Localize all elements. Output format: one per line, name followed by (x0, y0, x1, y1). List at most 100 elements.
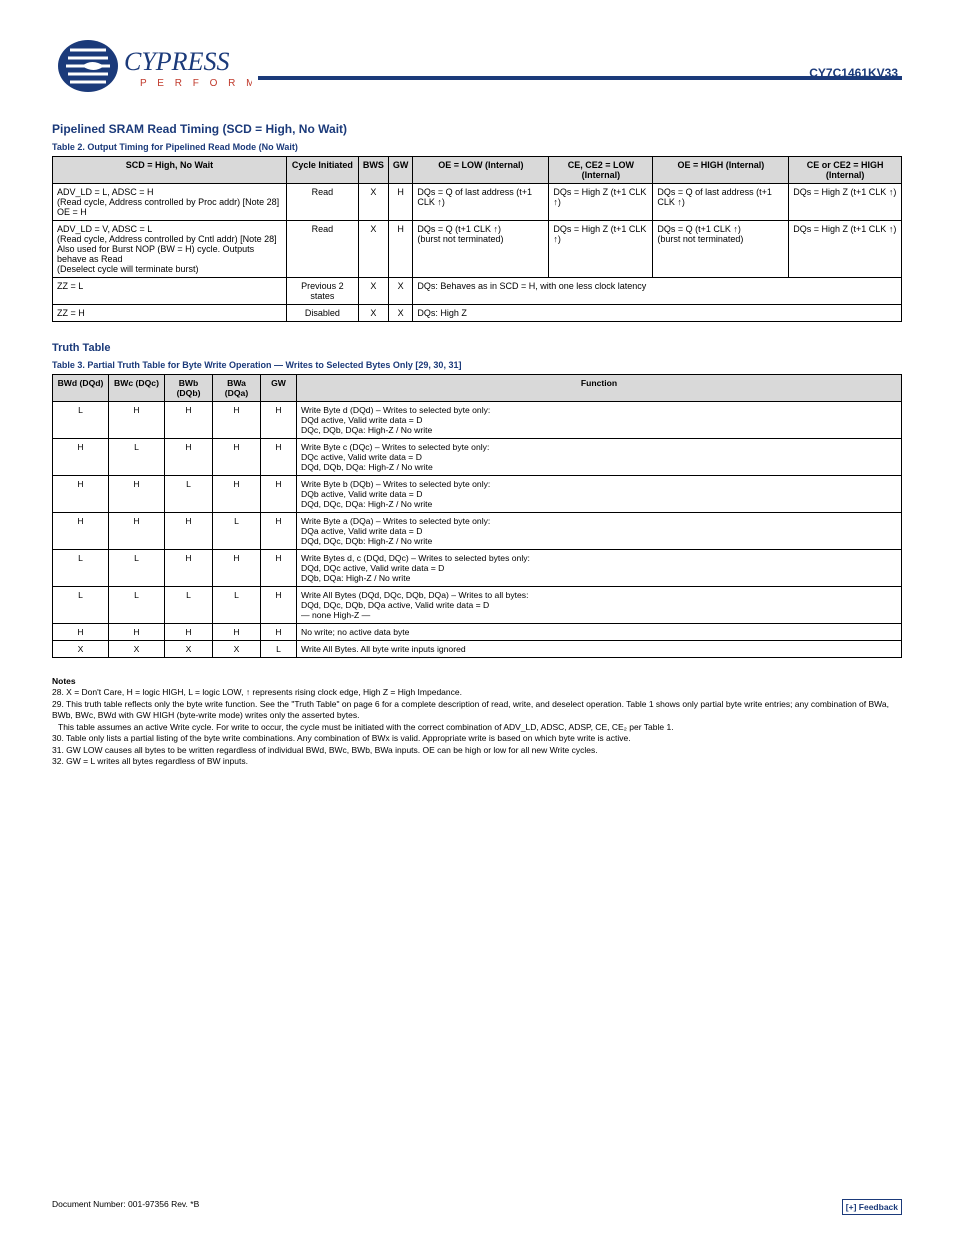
cell: L (109, 439, 165, 476)
th-cycle: SCD = High, No Wait (53, 157, 287, 184)
th-function: Function (297, 375, 902, 402)
table-row: ADV_LD = V, ADSC = L (Read cycle, Addres… (53, 221, 902, 278)
table-row: SCD = High, No Wait Cycle Initiated BWS … (53, 157, 902, 184)
cell: L (53, 402, 109, 439)
cell: H (109, 624, 165, 641)
table-row: ZZ = L Previous 2 states X X DQs: Behave… (53, 278, 902, 305)
cell: Write All Bytes (DQd, DQc, DQb, DQa) – W… (297, 587, 902, 624)
cell: X (388, 305, 413, 322)
cell: H (261, 624, 297, 641)
cell: Write All Bytes. All byte write inputs i… (297, 641, 902, 658)
table-row: ZZ = H Disabled X X DQs: High Z (53, 305, 902, 322)
table-row: LHHHHWrite Byte d (DQd) – Writes to sele… (53, 402, 902, 439)
page-footer: Document Number: 001-97356 Rev. *B Page … (52, 1199, 902, 1209)
cell: X (358, 221, 388, 278)
note-item: This table assumes an active Write cycle… (58, 722, 902, 733)
th-init: Cycle Initiated (286, 157, 358, 184)
cell: H (53, 439, 109, 476)
cell: DQs = High Z (t+1 CLK ↑) (549, 221, 653, 278)
cell: H (109, 402, 165, 439)
cell: H (165, 513, 213, 550)
cell: H (213, 476, 261, 513)
table-row: LLLLHWrite All Bytes (DQd, DQc, DQb, DQa… (53, 587, 902, 624)
cell: H (165, 402, 213, 439)
cell: H (388, 184, 413, 221)
cell: H (53, 624, 109, 641)
truth-table: BWd (DQd) BWc (DQc) BWb (DQb) BWa (DQa) … (52, 374, 902, 658)
cell: H (109, 476, 165, 513)
cell: X (53, 641, 109, 658)
logo-brand-text: CYPRESS (124, 47, 229, 76)
cell: Write Byte b (DQb) – Writes to selected … (297, 476, 902, 513)
table-row: XXXXLWrite All Bytes. All byte write inp… (53, 641, 902, 658)
cell: ADV_LD = V, ADSC = L (Read cycle, Addres… (53, 221, 287, 278)
cell: H (261, 476, 297, 513)
th-oehigh: OE = HIGH (Internal) (653, 157, 789, 184)
th-bwb: BWb (DQb) (165, 375, 213, 402)
cell: Write Byte d (DQd) – Writes to selected … (297, 402, 902, 439)
th-bwc: BWc (DQc) (109, 375, 165, 402)
th-gw: GW (261, 375, 297, 402)
table-row: HHHLHWrite Byte a (DQa) – Writes to sele… (53, 513, 902, 550)
cell: DQs = High Z (t+1 CLK ↑) (549, 184, 653, 221)
cell: H (261, 439, 297, 476)
cell: H (213, 550, 261, 587)
th-oelow: OE = LOW (Internal) (413, 157, 549, 184)
note-item: 29. This truth table reflects only the b… (52, 699, 902, 722)
product-code: CY7C1461KV33 (809, 66, 898, 80)
table-caption-1: Table 2. Output Timing for Pipelined Rea… (52, 142, 902, 152)
cell: H (261, 402, 297, 439)
header-rule (258, 76, 902, 80)
cell: Write Bytes d, c (DQd, DQc) – Writes to … (297, 550, 902, 587)
cell: No write; no active data byte (297, 624, 902, 641)
cell: H (213, 439, 261, 476)
cell: H (53, 476, 109, 513)
logo-tagline-text: P E R F O R M (140, 78, 252, 89)
cell: H (165, 624, 213, 641)
note-item: 31. GW LOW causes all bytes to be writte… (52, 745, 902, 756)
note-item: 30. Table only lists a partial listing o… (52, 733, 902, 744)
cell: DQs = Q of last address (t+1 CLK ↑) (413, 184, 549, 221)
section-heading-2: Truth Table (52, 342, 902, 354)
cell: DQs = High Z (t+1 CLK ↑) (789, 184, 902, 221)
cell: X (213, 641, 261, 658)
table-row: HHLHHWrite Byte b (DQb) – Writes to sele… (53, 476, 902, 513)
cell: Disabled (286, 305, 358, 322)
output-timing-table: SCD = High, No Wait Cycle Initiated BWS … (52, 156, 902, 322)
cell: X (358, 278, 388, 305)
cell: DQs = Q of last address (t+1 CLK ↑) (653, 184, 789, 221)
note-item: 28. X = Don't Care, H = logic HIGH, L = … (52, 687, 902, 698)
cell: H (165, 550, 213, 587)
cell: X (165, 641, 213, 658)
table-row: HLHHHWrite Byte c (DQc) – Writes to sele… (53, 439, 902, 476)
feedback-link[interactable]: [+] Feedback (842, 1199, 902, 1215)
cell: Read (286, 184, 358, 221)
cell: L (53, 550, 109, 587)
th-cehigh: CE or CE2 = HIGH (Internal) (789, 157, 902, 184)
note-item: 32. GW = L writes all bytes regardless o… (52, 756, 902, 767)
th-gw: GW (388, 157, 413, 184)
table-row: HHHHHNo write; no active data byte (53, 624, 902, 641)
th-bwd: BWd (DQd) (53, 375, 109, 402)
cell: L (109, 550, 165, 587)
cell: L (261, 641, 297, 658)
cell: ADV_LD = L, ADSC = H (Read cycle, Addres… (53, 184, 287, 221)
notes-heading: Notes (52, 676, 902, 687)
doc-number: Document Number: 001-97356 Rev. *B (52, 1199, 199, 1209)
cell: X (358, 184, 388, 221)
cell: H (213, 402, 261, 439)
cell: X (358, 305, 388, 322)
cell: DQs = Q (t+1 CLK ↑) (burst not terminate… (653, 221, 789, 278)
cell: H (388, 221, 413, 278)
th-bws: BWS (358, 157, 388, 184)
cell: Read (286, 221, 358, 278)
cell: H (53, 513, 109, 550)
section-heading-1: Pipelined SRAM Read Timing (SCD = High, … (52, 122, 902, 136)
cell: H (261, 550, 297, 587)
cell: DQs = Q (t+1 CLK ↑) (burst not terminate… (413, 221, 549, 278)
cell: L (109, 587, 165, 624)
cell: DQs: Behaves as in SCD = H, with one les… (413, 278, 902, 305)
cell: DQs = High Z (t+1 CLK ↑) (789, 221, 902, 278)
cell: H (261, 587, 297, 624)
table-caption-2: Table 3. Partial Truth Table for Byte Wr… (52, 360, 902, 370)
